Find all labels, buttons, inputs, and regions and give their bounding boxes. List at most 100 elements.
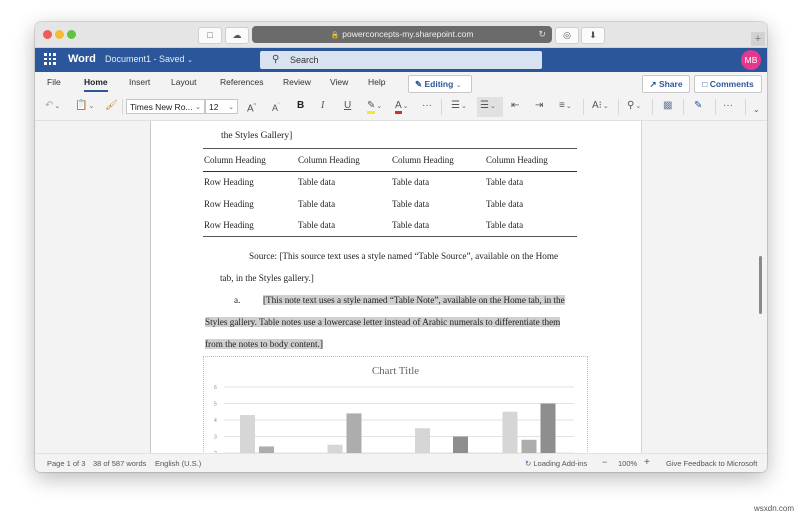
more-options-button[interactable]: ··· (723, 99, 733, 113)
underline-icon[interactable]: U (344, 99, 351, 113)
tab-help[interactable]: Help (368, 77, 385, 87)
y-tick-label: 6 (214, 385, 217, 391)
table-row: Row Heading Table data Table data Table … (203, 215, 577, 237)
chevron-down-icon: ⌄ (460, 103, 467, 110)
divider (618, 99, 619, 115)
dictate-icon[interactable]: ▩ (663, 99, 672, 113)
comments-button[interactable]: □ Comments (694, 75, 762, 93)
word-count[interactable]: 38 of 587 words (93, 459, 146, 468)
search-input[interactable]: ⚲ Search (260, 51, 542, 69)
find-button[interactable]: ⚲⌄ (627, 99, 641, 114)
paste-button[interactable]: 📋⌄ (75, 99, 94, 114)
zoom-window-button[interactable] (67, 30, 76, 39)
note-marker: a. (234, 295, 241, 305)
home-toolbar: ↶⌄ 📋⌄ 🖌 Times New Ro... ⌄ 12 ⌄ A^ Aˇ B I… (35, 94, 767, 121)
bar-series-1-cat1 (240, 415, 255, 453)
app-launcher-icon[interactable] (44, 53, 56, 65)
new-tab-button[interactable]: + (751, 32, 765, 46)
chevron-down-icon: ⌄ (195, 104, 201, 111)
tab-home[interactable]: Home (84, 77, 108, 92)
styles-icon: A⁝ (592, 100, 602, 111)
bar-series-1-cat3 (415, 428, 430, 453)
feedback-link[interactable]: Give Feedback to Microsoft (666, 459, 757, 468)
app-name[interactable]: Word (68, 53, 96, 65)
highlighter-icon: ✎ (367, 100, 376, 114)
share-icon: ↗ (649, 79, 657, 89)
vertical-scrollbar[interactable] (759, 256, 762, 314)
tab-references[interactable]: References (220, 77, 263, 87)
tab-layout[interactable]: Layout (171, 77, 197, 87)
word-app-bar: Word Document1 - Saved ⌄ ⚲ Search MB (35, 48, 767, 72)
share-sheet-icon[interactable]: □ (198, 27, 222, 44)
tab-review[interactable]: Review (283, 77, 311, 87)
icloud-icon[interactable]: ☁ (225, 27, 249, 44)
styles-button[interactable]: A⁝⌄ (592, 99, 609, 114)
reload-icon[interactable]: ↻ (538, 26, 546, 43)
document-title-menu[interactable]: Document1 - Saved ⌄ (105, 54, 193, 64)
editor-icon[interactable]: ✎ (694, 99, 702, 113)
tab-file[interactable]: File (47, 77, 61, 87)
y-tick-label: 4 (214, 418, 217, 424)
table-cell: Table data (486, 177, 524, 188)
bar-series-3-cat4 (540, 403, 556, 453)
chevron-down-icon: ⌄ (187, 57, 193, 64)
expand-ribbon-icon[interactable]: ⌄ (753, 103, 760, 117)
downloads-icon[interactable]: ⬇ (581, 27, 605, 44)
font-size-select[interactable]: 12 ⌄ (205, 99, 238, 114)
privacy-report-icon[interactable]: ◎ (555, 27, 579, 44)
document-canvas: the Styles Gallery] Column Heading Colum… (35, 121, 767, 453)
chevron-down-icon: ⌄ (635, 103, 642, 110)
column-heading: Column Heading (204, 154, 266, 165)
tab-insert[interactable]: Insert (129, 77, 150, 87)
row-heading: Row Heading (204, 198, 254, 209)
more-font-options-button[interactable]: ··· (422, 99, 432, 113)
browser-window: □ ☁ 🔒 powerconcepts-my.sharepoint.com ↻ ◎… (35, 22, 767, 472)
chart-plot: 23456 (214, 385, 574, 453)
share-button[interactable]: ↗ Share (642, 75, 690, 93)
font-name-select[interactable]: Times New Ro... ⌄ (126, 99, 205, 114)
column-heading: Column Heading (486, 154, 548, 165)
bullets-button[interactable]: ☰⌄ (451, 99, 467, 114)
address-bar[interactable]: 🔒 powerconcepts-my.sharepoint.com ↻ (252, 26, 552, 43)
divider (122, 99, 123, 115)
undo-button[interactable]: ↶⌄ (45, 99, 60, 114)
italic-icon[interactable]: I (321, 99, 324, 113)
zoom-in-button[interactable]: + (644, 457, 650, 468)
shrink-font-icon[interactable]: Aˇ (272, 99, 280, 115)
format-painter-icon[interactable]: 🖌 (105, 99, 118, 113)
ribbon-tabs: File Home Insert Layout References Revie… (35, 72, 767, 94)
bold-icon[interactable]: B (297, 99, 304, 113)
font-name-value: Times New Ro... (130, 102, 193, 112)
paragraph-text: the Styles Gallery] (221, 131, 293, 141)
row-heading: Row Heading (204, 177, 254, 188)
align-button[interactable]: ≡⌄ (559, 99, 572, 114)
divider (683, 99, 684, 115)
language[interactable]: English (U.S.) (155, 459, 201, 468)
numbering-button[interactable]: ☰⌄ (480, 99, 496, 114)
decrease-indent-icon[interactable]: ⇤ (511, 99, 519, 113)
highlight-button[interactable]: ✎⌄ (367, 99, 382, 114)
divider (441, 99, 442, 115)
table-cell: Table data (298, 220, 336, 231)
bar-series-2-cat4 (521, 439, 537, 453)
minimize-window-button[interactable] (55, 30, 64, 39)
page-count[interactable]: Page 1 of 3 (47, 459, 85, 468)
close-window-button[interactable] (43, 30, 52, 39)
pencil-icon: ✎ (415, 79, 423, 89)
document-page[interactable]: the Styles Gallery] Column Heading Colum… (151, 121, 641, 453)
share-label: Share (658, 79, 683, 89)
font-color-button[interactable]: A⌄ (395, 99, 409, 114)
embedded-chart[interactable]: Chart Title 23456 (203, 356, 588, 453)
chevron-down-icon: ⌄ (602, 103, 609, 110)
page-border (641, 121, 642, 453)
table-header-row: Column Heading Column Heading Column Hea… (203, 148, 577, 171)
tab-view[interactable]: View (330, 77, 348, 87)
zoom-out-button[interactable]: − (602, 457, 607, 467)
watermark: wsxdn.com (753, 504, 794, 513)
zoom-level[interactable]: 100% (618, 459, 637, 468)
editing-mode-button[interactable]: ✎ Editing ⌄ (408, 75, 472, 93)
grow-font-icon[interactable]: A^ (247, 99, 256, 116)
user-avatar[interactable]: MB (741, 50, 761, 70)
increase-indent-icon[interactable]: ⇥ (535, 99, 543, 113)
search-icon: ⚲ (272, 54, 280, 65)
